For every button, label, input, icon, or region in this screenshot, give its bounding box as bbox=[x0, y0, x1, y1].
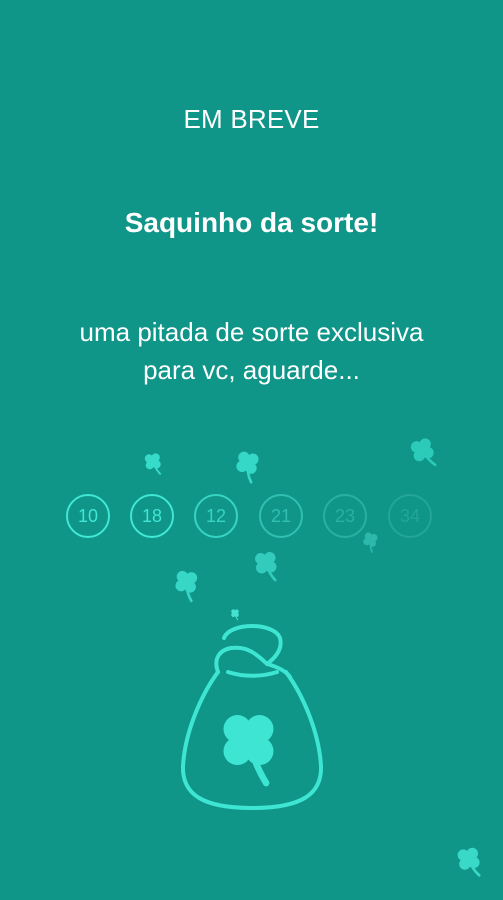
clover-icon bbox=[224, 442, 269, 487]
subtitle-line-1: uma pitada de sorte exclusiva bbox=[79, 317, 424, 347]
clover-icon bbox=[137, 447, 169, 479]
clover-icon bbox=[245, 544, 287, 586]
page-subtitle: uma pitada de sorte exclusiva para vc, a… bbox=[0, 313, 503, 389]
lucky-number-ball: 18 bbox=[130, 494, 174, 538]
coming-soon-label: EM BREVE bbox=[183, 104, 320, 134]
subtitle-line-2: para vc, aguarde... bbox=[143, 355, 360, 385]
clover-icon bbox=[355, 526, 384, 555]
clover-icon bbox=[447, 839, 491, 883]
lucky-number-ball: 12 bbox=[194, 494, 238, 538]
lucky-number-ball: 10 bbox=[66, 494, 110, 538]
clover-icon bbox=[399, 428, 447, 476]
lucky-number-ball: 21 bbox=[259, 494, 303, 538]
clover-icon bbox=[165, 563, 208, 606]
lucky-bag-icon bbox=[180, 624, 324, 810]
page-title: Saquinho da sorte! bbox=[124, 207, 379, 238]
lucky-number-list: 10 18 12 21 23 34 bbox=[0, 494, 503, 542]
lucky-number-ball: 34 bbox=[388, 494, 432, 538]
